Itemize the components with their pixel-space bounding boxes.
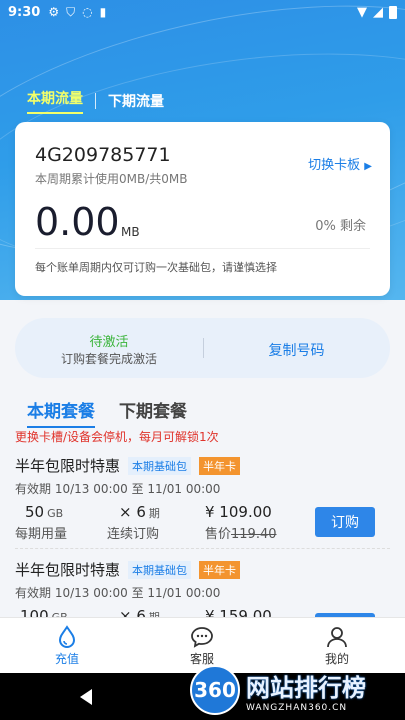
tab-separator: [95, 93, 96, 109]
watermark-subtitle: WANGZHAN360.CN: [246, 702, 348, 713]
base-package-badge: 本期基础包: [128, 456, 192, 475]
activation-hint: 订购套餐完成激活: [60, 352, 157, 366]
sim-icon: ▮: [99, 5, 107, 19]
base-package-badge: 本期基础包: [128, 560, 192, 579]
usage-summary: 本周期累计使用0MB/共0MB: [35, 172, 188, 186]
tab-next-package[interactable]: 下期套餐: [119, 397, 187, 428]
chevron-right-icon: ▶: [364, 161, 372, 172]
watermark-logo: 360: [190, 665, 240, 715]
data-value: 50: [25, 503, 45, 521]
switch-card-button[interactable]: 切换卡板 ▶: [308, 154, 372, 173]
package-title: 半年包限时特惠: [15, 457, 121, 475]
watermark: 360 网站排行榜 WANGZHAN360.CN: [190, 664, 366, 716]
switch-card-label: 切换卡板: [308, 158, 361, 173]
half-year-badge: 半年卡: [199, 456, 241, 475]
periods-value: × 6: [119, 503, 146, 521]
status-bar: 9:30 ⚙ ⛉ ◌ ▮ ▼ ◢: [0, 0, 405, 24]
half-year-badge: 半年卡: [199, 560, 241, 579]
data-stat: 50 GB 每期用量: [15, 503, 67, 542]
package-title: 半年包限时特惠: [15, 561, 121, 579]
divider: [35, 248, 370, 249]
package-tabs: 本期套餐 下期套餐: [27, 397, 187, 428]
warning-text: 更换卡槽/设备会停机，每月可解锁1次: [15, 430, 219, 444]
remaining-amount: 0.00: [35, 200, 120, 244]
back-icon[interactable]: [78, 688, 94, 706]
nav-profile[interactable]: 我的: [297, 624, 377, 667]
nav-label: 充值: [54, 652, 79, 666]
activation-status: 待激活: [89, 335, 129, 350]
gear-icon: ⚙: [48, 5, 60, 19]
periods-stat: × 6期 连续订购: [107, 503, 160, 542]
droplet-icon: [27, 624, 107, 650]
status-time: 9:30: [8, 4, 41, 20]
data-label: 每期用量: [15, 527, 68, 542]
order-button[interactable]: 订购: [315, 507, 375, 537]
tab-current-period[interactable]: 本期流量: [27, 88, 83, 114]
watermark-title: 网站排行榜: [246, 673, 366, 702]
price: ¥ 109.00: [205, 503, 272, 521]
period-tabs: 本期流量 下期流量: [27, 88, 164, 114]
nav-recharge[interactable]: 充值: [27, 624, 107, 667]
chat-icon: [162, 624, 242, 650]
periods-label: 连续订购: [107, 527, 160, 542]
activation-bar: 待激活 订购套餐完成激活 复制号码: [15, 318, 390, 378]
traffic-card: 4G209785771 本周期累计使用0MB/共0MB 切换卡板 ▶ 0.00 …: [15, 122, 390, 296]
battery-icon: [389, 5, 397, 19]
purchase-notice: 每个账单周期内仅可订购一次基础包，请谨慎选择: [35, 261, 277, 274]
amount-unit: MB: [121, 225, 140, 239]
nav-service[interactable]: 客服: [162, 624, 242, 667]
validity-period: 有效期 10/13 00:00 至 11/01 00:00: [15, 586, 221, 600]
data-unit: GB: [47, 507, 64, 520]
price-stat: ¥ 109.00 售价119.40: [205, 503, 277, 542]
copy-number-button[interactable]: 复制号码: [203, 340, 390, 360]
tab-current-package[interactable]: 本期套餐: [27, 397, 95, 428]
package-item: 半年包限时特惠 本期基础包 半年卡 有效期 10/13 00:00 至 11/0…: [15, 455, 390, 543]
wifi-off-icon: ◌: [82, 5, 93, 19]
card-number: 4G209785771: [35, 144, 171, 166]
original-price-label: 售价: [205, 527, 232, 542]
periods-unit: 期: [148, 507, 160, 520]
tab-next-period[interactable]: 下期流量: [108, 91, 164, 111]
shield-icon: ⛉: [66, 4, 76, 19]
original-price: 119.40: [231, 527, 277, 542]
wifi-icon: ▼: [357, 4, 367, 20]
user-icon: [297, 624, 377, 650]
dashed-divider: [15, 548, 390, 549]
remaining-percent: 0% 剩余: [315, 219, 366, 234]
validity-period: 有效期 10/13 00:00 至 11/01 00:00: [15, 482, 221, 496]
signal-icon: ◢: [373, 4, 383, 20]
